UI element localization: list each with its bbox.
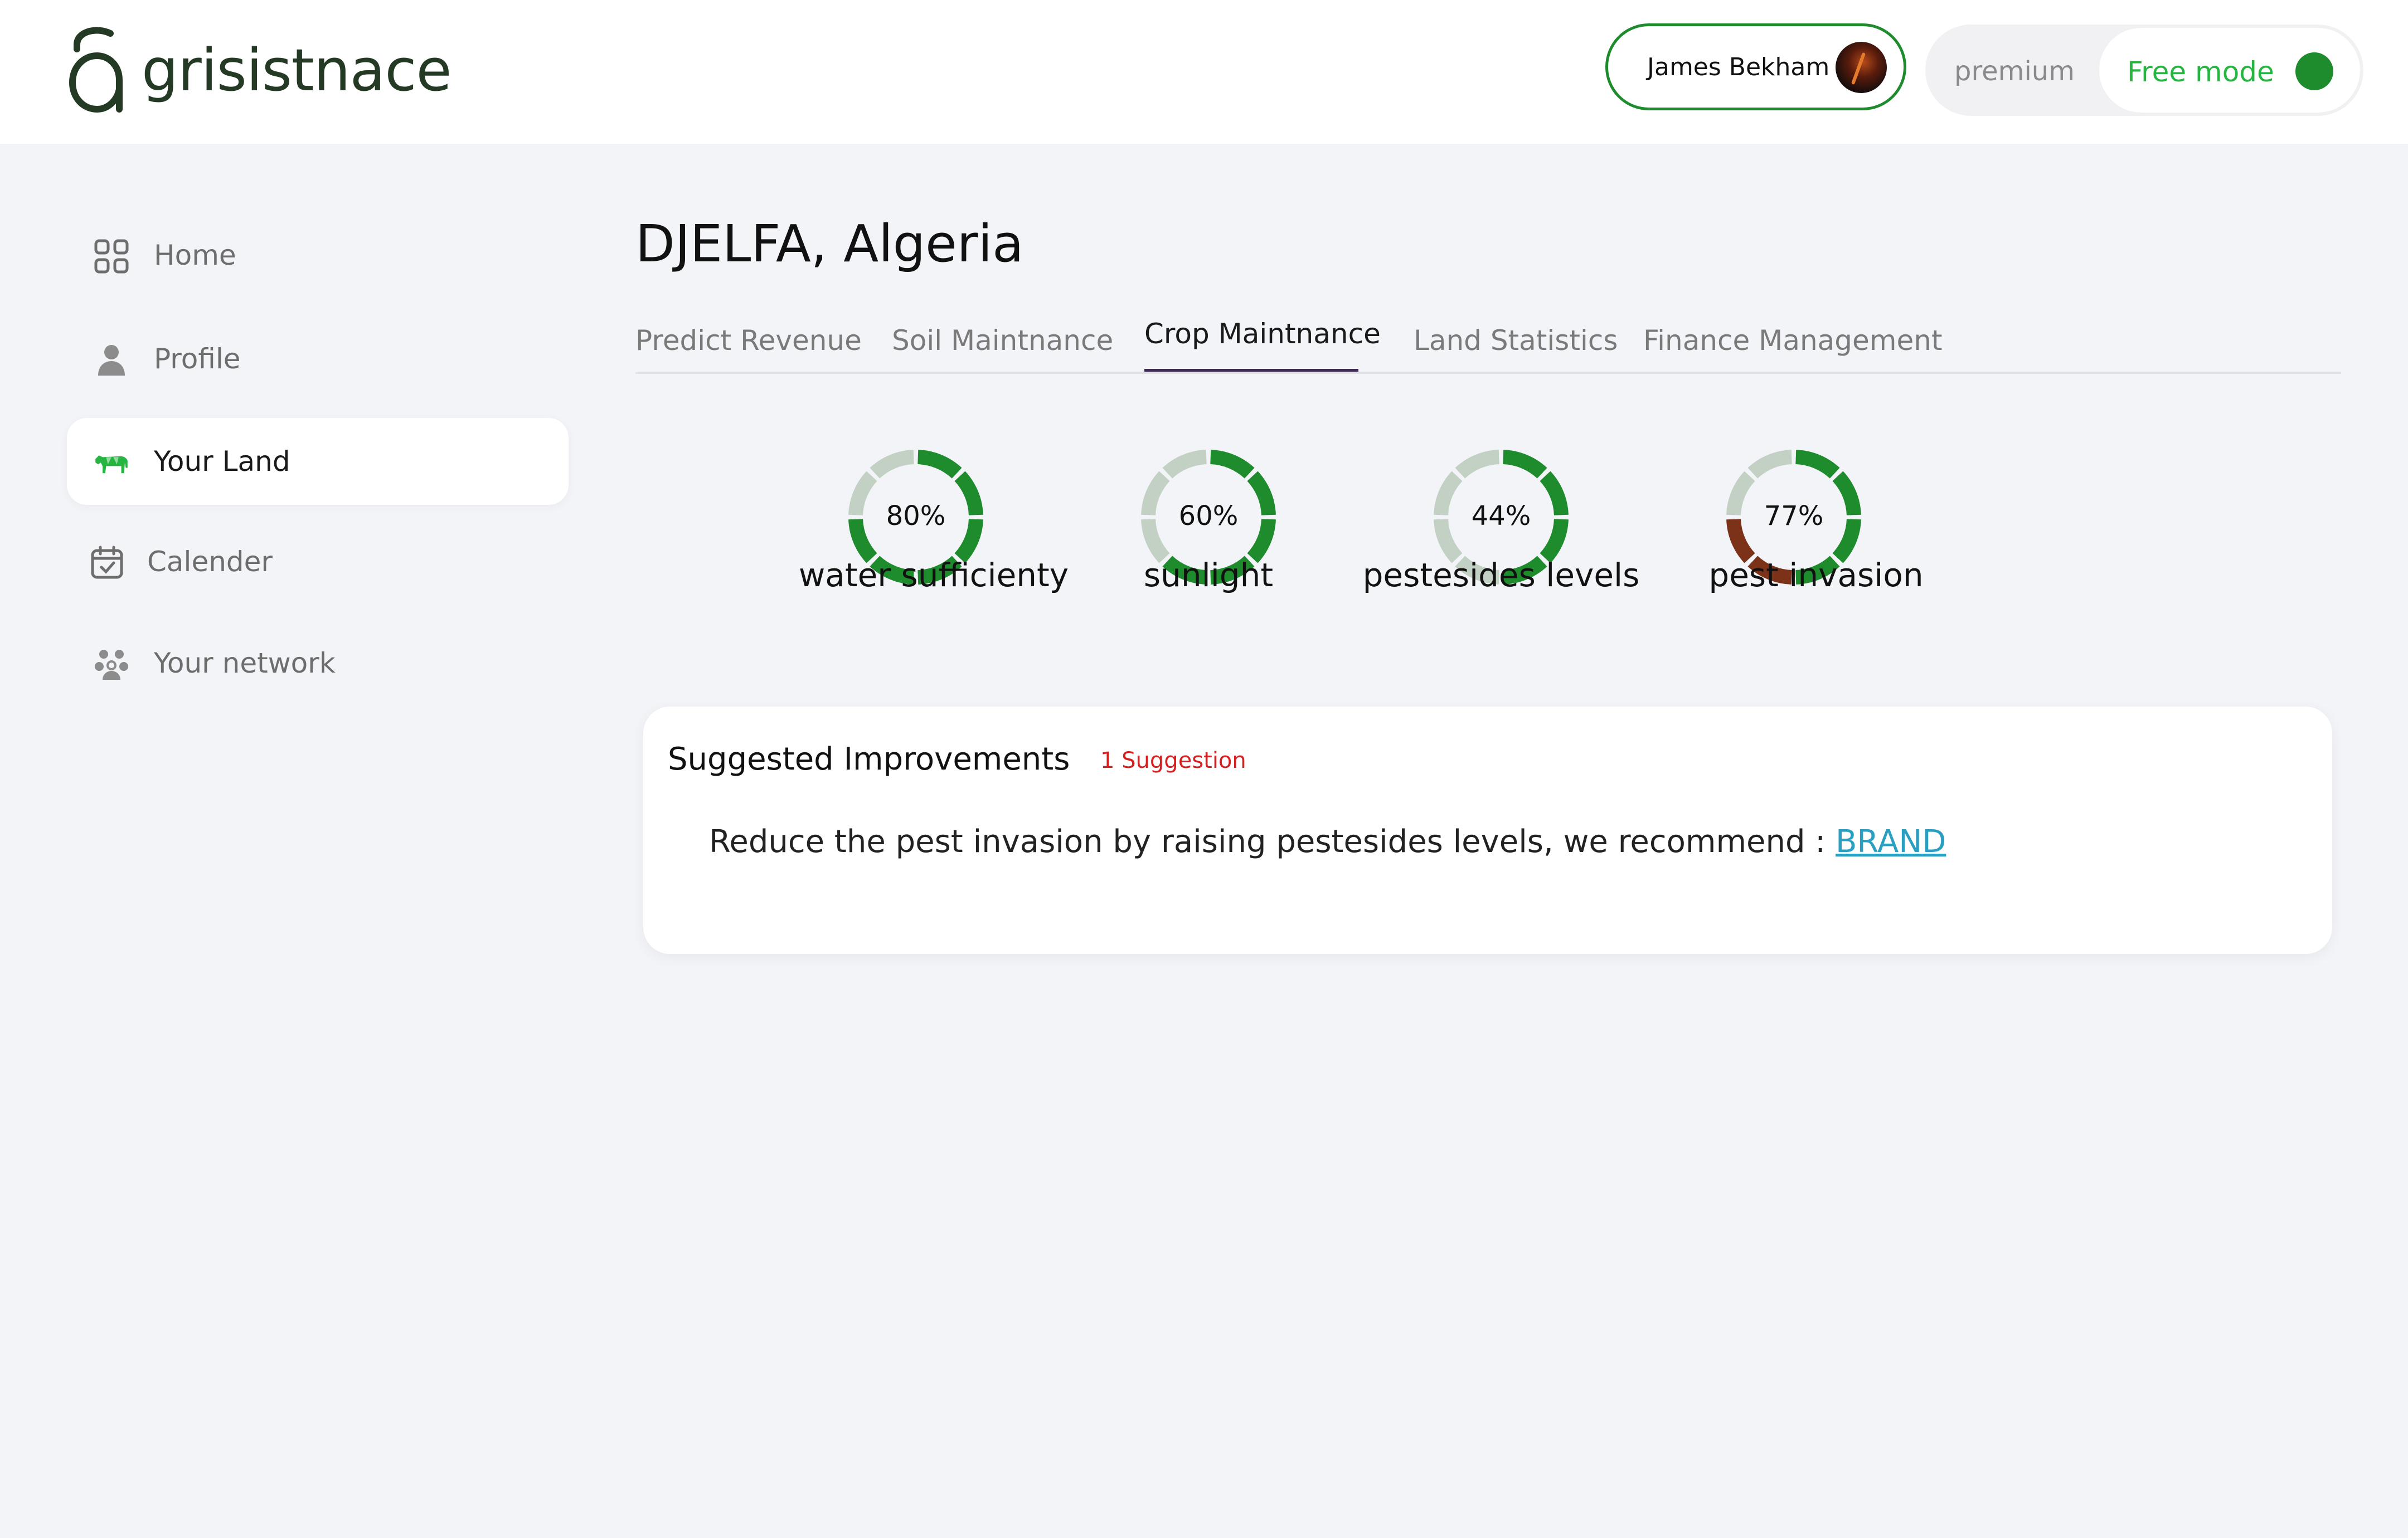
- toggle-knob-icon: [2295, 52, 2333, 90]
- tab-finance-management[interactable]: Finance Management: [1643, 324, 1943, 357]
- suggestion-text: Reduce the pest invasion by raising pest…: [709, 824, 1946, 860]
- page-title: DJELFA, Algeria: [635, 214, 1024, 274]
- mode-toggle[interactable]: premium Free mode: [1925, 25, 2363, 116]
- gauge-segment: [870, 450, 915, 479]
- brand-link[interactable]: BRAND: [1836, 824, 1946, 860]
- sidebar-item-profile[interactable]: Profile: [67, 315, 569, 402]
- active-tab-indicator: [1144, 369, 1358, 372]
- gauge-value: 44%: [1471, 500, 1531, 532]
- gauge-segment: [1747, 450, 1793, 479]
- gauge-segment: [1162, 450, 1207, 479]
- gauge-label: sunlight: [1143, 556, 1274, 594]
- sidebar-item-your-land[interactable]: Your Land: [67, 418, 569, 505]
- top-header: grisistnace James Bekham premium Free mo…: [0, 0, 2408, 144]
- gauge-value: 80%: [886, 500, 946, 532]
- app-logo[interactable]: grisistnace: [66, 27, 452, 114]
- gauge-label: pestesides levels: [1362, 556, 1640, 594]
- user-profile-button[interactable]: James Bekham: [1605, 23, 1906, 110]
- sidebar-item-label: Profile: [154, 343, 241, 375]
- free-mode-label: Free mode: [2127, 56, 2274, 88]
- sidebar-item-label: Home: [154, 239, 236, 271]
- avatar: [1836, 42, 1887, 93]
- gauge-segment: [1455, 450, 1500, 479]
- sidebar-item-label: Your network: [154, 647, 336, 679]
- tab-soil-maintnance[interactable]: Soil Maintnance: [892, 324, 1113, 357]
- gauge-segment: [1210, 450, 1255, 479]
- sidebar-item-home[interactable]: Home: [67, 212, 569, 299]
- tab-land-statistics[interactable]: Land Statistics: [1414, 324, 1618, 357]
- gauge-segment: [1795, 450, 1840, 479]
- sidebar-item-your-network[interactable]: Your network: [67, 620, 569, 707]
- suggestions-card: Suggested Improvements 1 Suggestion Redu…: [643, 707, 2332, 954]
- sidebar-item-calender[interactable]: Calender: [67, 518, 569, 605]
- free-mode-option[interactable]: Free mode: [2099, 28, 2360, 113]
- user-icon: [98, 345, 125, 376]
- suggestion-message: Reduce the pest invasion by raising pest…: [709, 824, 1836, 860]
- grid-icon: [94, 239, 129, 274]
- tab-crop-maintnance[interactable]: Crop Maintnance: [1144, 318, 1381, 350]
- user-name: James Bekham: [1647, 52, 1830, 81]
- tab-bar: Predict Revenue Soil Maintnance Crop Mai…: [635, 318, 2341, 374]
- gauge-segment: [917, 450, 962, 479]
- network-icon: [95, 650, 128, 680]
- suggestion-count-badge: 1 Suggestion: [1100, 748, 1246, 773]
- logo-icon: [69, 27, 123, 113]
- gauge-value: 77%: [1764, 500, 1824, 532]
- sidebar-item-label: Calender: [147, 546, 273, 578]
- gauge-segment: [1502, 450, 1547, 479]
- tab-predict-revenue[interactable]: Predict Revenue: [635, 324, 862, 357]
- suggestions-title: Suggested Improvements: [668, 741, 1070, 777]
- brand-name: grisistnace: [142, 36, 452, 104]
- cow-icon: [95, 455, 128, 474]
- sidebar-item-label: Your Land: [154, 445, 290, 478]
- gauge-label: pest invasion: [1708, 556, 1924, 594]
- gauge-label: water sufficienty: [798, 556, 1069, 594]
- premium-mode-option[interactable]: premium: [1954, 56, 2075, 87]
- gauge-value: 60%: [1178, 500, 1239, 532]
- calendar-icon: [91, 546, 123, 579]
